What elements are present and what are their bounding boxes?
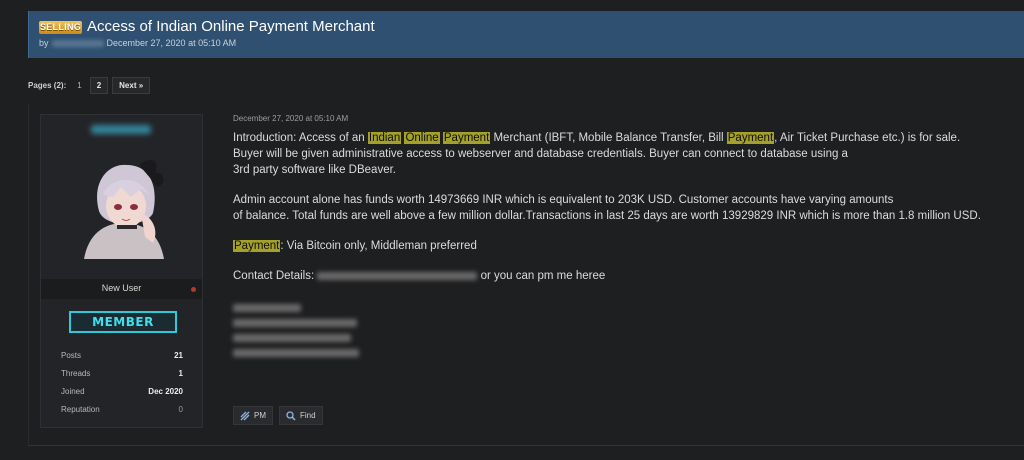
user-avatar[interactable] <box>69 151 179 261</box>
text-segment: Merchant (IBFT, Mobile Balance Transfer,… <box>490 132 727 144</box>
page-1-link[interactable]: 1 <box>73 79 85 92</box>
stat-value[interactable]: 0 <box>179 405 183 423</box>
search-highlight: Indian <box>367 132 402 144</box>
offline-status-indicator <box>191 287 196 292</box>
stat-label: Posts <box>61 351 82 360</box>
post-line: Introduction: Access of an Indian Online… <box>233 130 1013 146</box>
thread-title[interactable]: Access of Indian Online Payment Merchant <box>87 18 375 35</box>
stat-joined: Joined Dec 2020 <box>61 387 183 405</box>
redacted-link[interactable] <box>233 348 359 357</box>
author-name-redacted[interactable] <box>51 40 104 48</box>
pages-label: Pages (2): <box>28 80 67 90</box>
stat-threads: Threads 1 <box>61 369 183 387</box>
text-segment: Introduction: Access of an <box>233 132 368 144</box>
redacted-link[interactable] <box>233 318 357 327</box>
user-title: New User <box>101 283 142 293</box>
stat-label: Reputation <box>61 405 100 414</box>
stat-value[interactable]: 21 <box>174 351 183 369</box>
text-segment: Contact Details: <box>233 270 315 282</box>
post-line: Payment: Via Bitcoin only, Middleman pre… <box>233 238 1013 254</box>
post-body: Introduction: Access of an Indian Online… <box>233 130 1013 360</box>
search-highlight: Payment <box>442 132 491 144</box>
by-label: by <box>39 38 49 48</box>
post-date: December 27, 2020 at 05:10 AM <box>233 114 349 123</box>
post-line: 3rd party software like DBeaver. <box>233 164 396 176</box>
text-segment: : Via Bitcoin only, Middleman preferred <box>280 240 477 252</box>
pagination: Pages (2): 1 2 Next » <box>28 76 151 94</box>
thread-date: December 27, 2020 at 05:10 AM <box>106 38 237 48</box>
find-button[interactable]: Find <box>279 406 323 425</box>
pm-button[interactable]: PM <box>233 406 273 425</box>
stat-value[interactable]: 1 <box>179 369 183 387</box>
next-page-button[interactable]: Next » <box>112 76 151 94</box>
selling-prefix-badge: SELLING <box>39 21 82 34</box>
user-title-row: New User <box>41 279 202 299</box>
post-line: Contact Details: or you can pm me heree <box>233 268 1013 284</box>
stat-reputation: Reputation 0 <box>61 405 183 423</box>
user-stats: Posts 21 Threads 1 Joined Dec 2020 Reput… <box>61 351 183 423</box>
post-line: Buyer will be given administrative acces… <box>233 148 848 160</box>
page-2-link[interactable]: 2 <box>89 76 109 94</box>
search-highlight: Online <box>404 132 440 144</box>
email-redacted <box>317 271 478 280</box>
search-highlight: Payment <box>233 240 281 252</box>
thread-header: SELLING Access of Indian Online Payment … <box>28 11 1024 58</box>
search-icon <box>286 410 296 421</box>
thread-meta: by December 27, 2020 at 05:10 AM <box>39 38 236 48</box>
redacted-link[interactable] <box>233 333 351 342</box>
post-line: Admin account alone has funds worth 1497… <box>233 194 894 206</box>
text-segment: , Air Ticket Purchase etc.) is for sale. <box>774 132 961 144</box>
redacted-text <box>233 303 301 312</box>
stat-label: Joined <box>61 387 85 396</box>
post-line: of balance. Total funds are well above a… <box>233 210 981 222</box>
find-label: Find <box>300 411 316 420</box>
stat-label: Threads <box>61 369 91 378</box>
text-segment: or you can pm me heree <box>480 270 606 282</box>
member-rank-badge: MEMBER <box>69 311 177 333</box>
stat-posts: Posts 21 <box>61 351 183 369</box>
post-actions: PM Find <box>233 406 323 425</box>
search-highlight: Payment <box>726 132 775 144</box>
pm-icon <box>240 411 250 420</box>
stat-value: Dec 2020 <box>148 387 183 396</box>
pm-label: PM <box>254 411 266 420</box>
username-redacted[interactable] <box>91 125 151 134</box>
user-profile-card: New User MEMBER Posts 21 Threads 1 Joine… <box>40 114 203 428</box>
